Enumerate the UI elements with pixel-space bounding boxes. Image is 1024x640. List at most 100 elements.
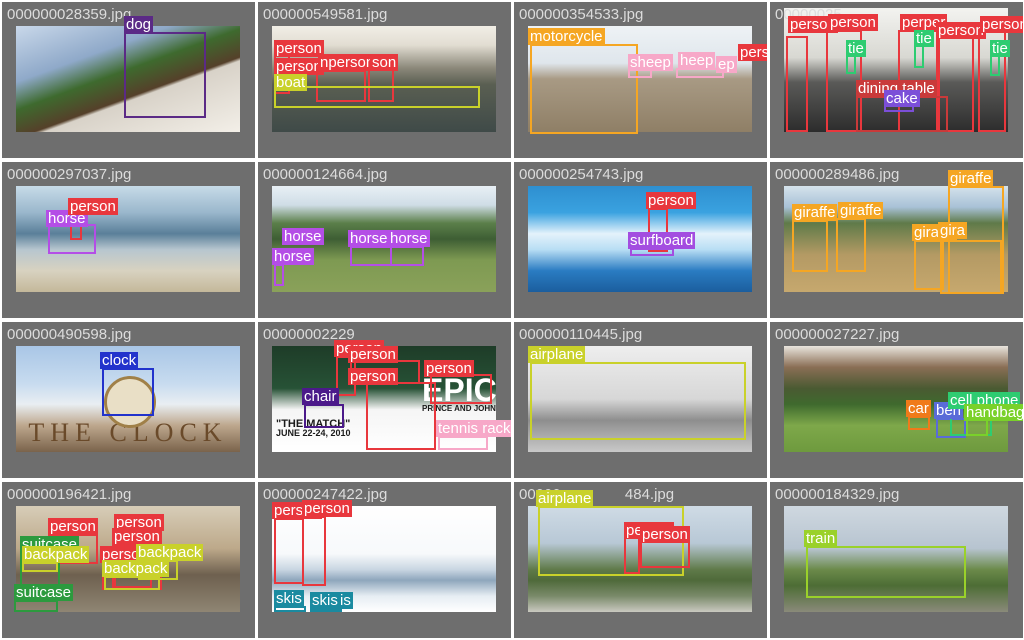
bounding-box: [274, 518, 304, 584]
class-label: gira: [938, 222, 968, 239]
bounding-box: [908, 416, 930, 430]
image-tile[interactable]: 000000549581.jpg person person nperson son bo…: [258, 2, 511, 158]
image-tile[interactable]: 000000289486.jpg giraffe giraffe giraffe gir…: [770, 162, 1023, 318]
class-label: clock: [100, 352, 139, 369]
class-label: nperson: [318, 54, 377, 71]
image-tile[interactable]: 00000025personpersonperperpersonpersonti…: [770, 2, 1023, 158]
bounding-box: [640, 540, 690, 568]
filename-label: 000000184329.jpg: [775, 486, 900, 503]
class-label: suitcase: [14, 584, 74, 601]
class-label: ep: [716, 56, 737, 73]
image-tile[interactable]: 000000110445.jpg airplane: [514, 322, 767, 478]
class-label: skis: [274, 590, 304, 607]
bounding-box: [430, 374, 492, 404]
bounding-box: [530, 44, 638, 134]
bounding-box: [630, 248, 674, 256]
class-label: sheep: [628, 54, 673, 71]
class-label: airplane: [528, 346, 586, 363]
class-label: person: [48, 518, 98, 535]
image-tile[interactable]: 000000124664.jpg horse horse horse horse: [258, 162, 511, 318]
class-label: heep: [678, 52, 716, 69]
image-tile[interactable]: 000000028359.jpg dog: [2, 2, 255, 158]
class-label: tennis racket: [436, 420, 511, 437]
class-label: person: [274, 40, 324, 57]
bounding-box: [124, 32, 206, 118]
bounding-box: [990, 54, 1000, 76]
image-tile[interactable]: 000000354533.jpg motorcycle sheep heep ep per…: [514, 2, 767, 158]
class-label: person: [68, 198, 118, 215]
class-label: pers: [738, 44, 767, 61]
bounding-box: [366, 382, 436, 450]
image-tile[interactable]: THE CLOCK 000000490598.jpg clock: [2, 322, 255, 478]
bounding-box: [846, 54, 856, 74]
class-label: person: [302, 500, 352, 517]
class-label: backpack: [136, 544, 204, 561]
bounding-box: [914, 44, 924, 68]
filename-label: 000000124664.jpg: [263, 166, 388, 183]
class-label: person: [936, 22, 986, 39]
bounding-box: [624, 536, 640, 574]
class-label: train: [804, 530, 838, 547]
class-label: horse: [282, 228, 324, 245]
filename-suffix: 484.jpg: [624, 486, 675, 503]
image-tile[interactable]: 000000297037.jpg horse person: [2, 162, 255, 318]
class-label: airplane: [536, 490, 594, 507]
class-label: chair: [302, 388, 339, 405]
class-label: tie: [914, 30, 934, 47]
class-label: son: [370, 54, 399, 71]
class-label: giraffe: [948, 170, 994, 187]
class-label: person: [980, 16, 1023, 33]
filename-label: 000000297037.jpg: [7, 166, 132, 183]
filename-label: 000000110445.jpg: [519, 326, 643, 343]
bounding-box: [390, 246, 424, 266]
class-label: motorcycle: [528, 28, 605, 45]
image-tile[interactable]: 000000247422.jpg person person skis skis is: [258, 482, 511, 638]
class-label: skis: [310, 592, 340, 609]
detection-grid: 000000028359.jpg dog 000000549581.jpg perso…: [0, 0, 1024, 640]
bounding-box: [792, 220, 828, 272]
filename-label: 000000549581.jpg: [263, 6, 388, 23]
class-label: surfboard: [628, 232, 696, 249]
bounding-box: [274, 264, 284, 286]
image-tile[interactable]: 000000184329.jpg train: [770, 482, 1023, 638]
class-label: tie: [846, 40, 866, 57]
bounding-box: [806, 546, 966, 598]
class-label: backpack: [102, 560, 170, 577]
class-label: horse: [272, 248, 314, 265]
class-label: person: [274, 58, 324, 75]
class-label: tie: [990, 40, 1010, 57]
filename-label: 000000490598.jpg: [7, 326, 132, 343]
filename-label: 000000254743.jpg: [519, 166, 644, 183]
class-label: person: [828, 14, 878, 31]
class-label: person: [348, 346, 398, 363]
class-label: person: [646, 192, 696, 209]
class-label: person: [640, 526, 690, 543]
image-tile[interactable]: 00000 484.jpgairplanepersonperson: [514, 482, 767, 638]
class-label: person: [112, 528, 162, 545]
bounding-box: [22, 562, 58, 572]
image-tile[interactable]: EPICPRINCE AND JOHN ISNER MAKE TENNIS HI…: [258, 322, 511, 478]
image-tile[interactable]: 000000254743.jpg person surfboard: [514, 162, 767, 318]
class-label: horse: [348, 230, 390, 247]
class-label: is: [338, 592, 353, 609]
poster-text: JUNE 22-24, 2010: [276, 428, 351, 438]
bounding-box: [350, 246, 392, 266]
image-tile[interactable]: 000000196421.jpg person person person person…: [2, 482, 255, 638]
filename-label: 000000028359.jpg: [7, 6, 132, 23]
class-label: person: [424, 360, 474, 377]
class-label: horse: [388, 230, 430, 247]
class-label: car: [906, 400, 931, 417]
class-label: handbag: [964, 404, 1023, 421]
class-label: person: [348, 368, 398, 385]
filename-label: 000000289486.jpg: [775, 166, 900, 183]
class-label: giraffe: [792, 204, 838, 221]
bounding-box: [438, 436, 488, 450]
bounding-box: [836, 218, 866, 272]
bounding-box: [14, 600, 58, 612]
image-tile[interactable]: 000000027227.jpg car ben cell phone handbag: [770, 322, 1023, 478]
filename-label: 000000027227.jpg: [775, 326, 900, 343]
bounding-box: [302, 516, 326, 586]
filename-label: 000000354533.jpg: [519, 6, 644, 23]
bounding-box: [102, 368, 154, 416]
bounding-box: [104, 576, 160, 590]
